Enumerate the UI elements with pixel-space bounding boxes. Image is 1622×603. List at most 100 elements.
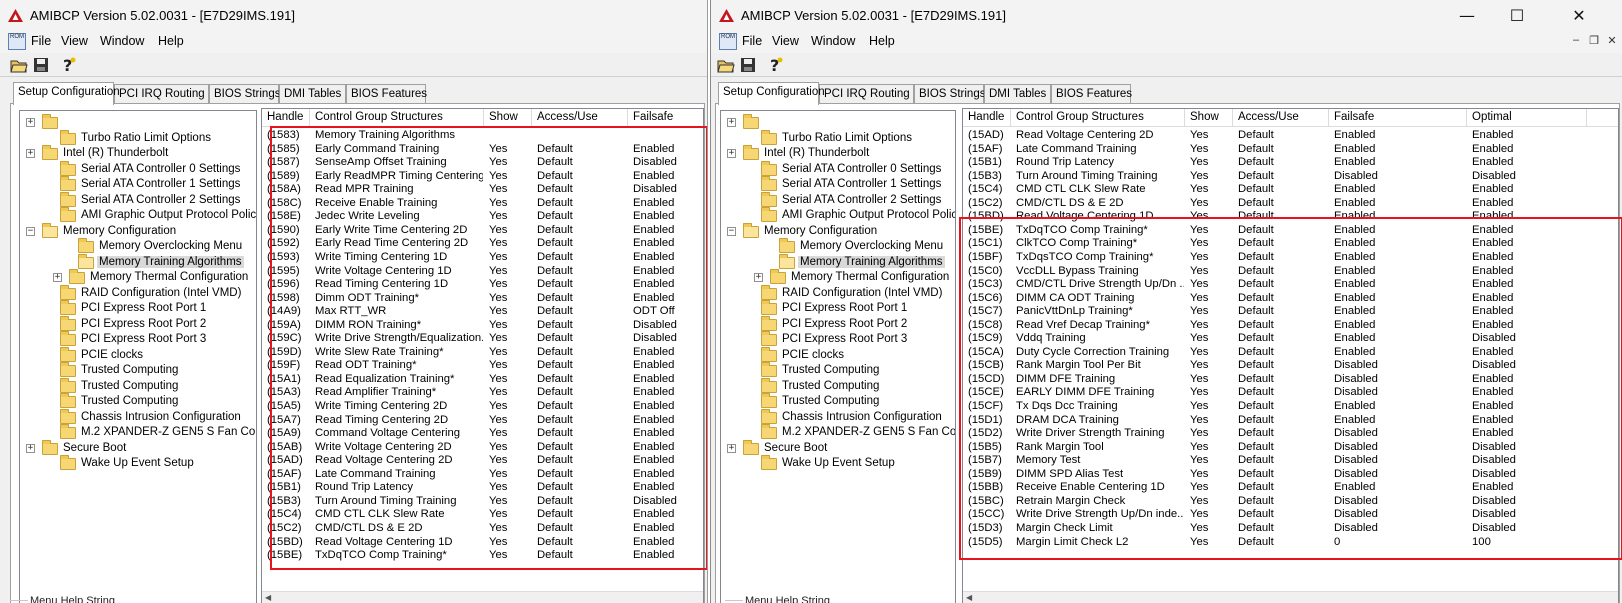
table-row[interactable]: (15CD) DIMM DFE Training Yes Default Disable… <box>963 373 1618 387</box>
expand-icon[interactable]: + <box>53 273 62 282</box>
tab-bios-strings[interactable]: BIOS Strings <box>209 84 280 104</box>
open-folder-icon[interactable] <box>717 56 735 74</box>
table-row[interactable]: (15A7) Read Timing Centering 2D Yes Default… <box>262 414 703 428</box>
mdi-close-icon[interactable]: ✕ <box>1605 34 1619 47</box>
table-row[interactable]: (15BB) Receive Enable Centering 1D Yes Defa… <box>963 481 1618 495</box>
table-row[interactable]: (15CA) Duty Cycle Correction Training Yes D… <box>963 346 1618 360</box>
table-row[interactable]: (15C4) CMD CTL CLK Slew Rate Yes Default Ena… <box>262 508 703 522</box>
column-header[interactable]: Show <box>1185 109 1233 127</box>
table-row[interactable]: (1595) Write Voltage Centering 1D Yes Defau… <box>262 265 703 279</box>
table-row[interactable]: (159A) DIMM RON Training* Yes Default Disabl… <box>262 319 703 333</box>
table-row[interactable]: (15B1) Round Trip Latency Yes Default Enable… <box>963 156 1618 170</box>
table-row[interactable]: (15A1) Read Equalization Training* Yes Defa… <box>262 373 703 387</box>
table-row[interactable]: (15CE) EARLY DIMM DFE Training Yes Default D… <box>963 386 1618 400</box>
table-row[interactable]: (159D) Write Slew Rate Training* Yes Defaul… <box>262 346 703 360</box>
table-row[interactable]: (15CF) Tx Dqs Dcc Training Yes Default Enabl… <box>963 400 1618 414</box>
menu-window[interactable]: Window <box>100 34 144 48</box>
maximize-icon[interactable]: ☐ <box>1497 4 1537 28</box>
table-row[interactable]: (15A3) Read Amplifier Training* Yes Default… <box>262 386 703 400</box>
column-header[interactable]: Optimal <box>1467 109 1587 127</box>
tab-dmi-tables[interactable]: DMI Tables <box>279 84 346 104</box>
open-folder-icon[interactable] <box>10 56 28 74</box>
table-row[interactable]: (1590) Early Write Time Centering 2D Yes De… <box>262 224 703 238</box>
expand-icon[interactable]: + <box>727 443 736 453</box>
table-row[interactable]: (15C7) PanicVttDnLp Training* Yes Default En… <box>963 305 1618 319</box>
expand-icon[interactable]: + <box>26 149 35 158</box>
column-header[interactable]: Show <box>484 109 532 127</box>
column-header[interactable]: Access/Use <box>532 109 628 127</box>
table-row[interactable]: (15D5) Margin Limit Check L2 Yes Default 0 10… <box>963 536 1618 550</box>
setup-tree[interactable]: + Turbo Ratio Limit Options + Intel (R) Thu… <box>720 110 956 603</box>
table-row[interactable]: (15AB) Write Voltage Centering 2D Yes Defau… <box>262 441 703 455</box>
table-row[interactable]: (15C4) CMD CTL CLK Slew Rate Yes Default Ena… <box>963 183 1618 197</box>
table-row[interactable]: (1592) Early Read Time Centering 2D Yes Def… <box>262 237 703 251</box>
title-bar[interactable]: AMIBCP Version 5.02.0031 - [E7D29IMS.191… <box>711 0 1622 32</box>
tab-setup-configuration[interactable]: Setup Configuration <box>718 82 825 105</box>
menu-file[interactable]: File <box>31 34 51 48</box>
table-row[interactable]: (15AD) Read Voltage Centering 2D Yes Defaul… <box>262 454 703 468</box>
table-row[interactable]: (15BC) Retrain Margin Check Yes Default Disa… <box>963 495 1618 509</box>
table-row[interactable]: (14A9) Max RTT_WR Yes Default ODT Off <box>262 305 703 319</box>
tab-bios-features[interactable]: BIOS Features <box>1051 84 1132 104</box>
table-row[interactable]: (159C) Write Drive Strength/Equalization.… <box>262 332 703 346</box>
table-row[interactable]: (15C2) CMD/CTL DS & E 2D Yes Default Enabled <box>262 522 703 536</box>
column-header[interactable]: Failsafe <box>628 109 703 127</box>
table-row[interactable]: (158C) Receive Enable Training Yes Default E… <box>262 197 703 211</box>
table-row[interactable]: (15B1) Round Trip Latency Yes Default Enable… <box>262 481 703 495</box>
table-row[interactable]: (1596) Read Timing Centering 1D Yes Default… <box>262 278 703 292</box>
table-row[interactable]: (15B3) Turn Around Timing Training Yes Defa… <box>262 495 703 509</box>
table-row[interactable]: (15B9) DIMM SPD Alias Test Yes Default Disab… <box>963 468 1618 482</box>
control-grid[interactable]: Handle Control Group Structures Show Access… <box>261 108 704 603</box>
setup-tree[interactable]: + Turbo Ratio Limit Options + Intel (R) Thu… <box>19 110 257 603</box>
column-header[interactable]: Control Group Structures <box>1011 109 1185 127</box>
expand-icon[interactable]: + <box>727 149 736 158</box>
scroll-left-icon[interactable]: ◀ <box>265 593 271 602</box>
table-row[interactable]: (1585) Early Command Training Yes Default En… <box>262 143 703 157</box>
table-row[interactable]: (15C3) CMD/CTL Drive Strength Up/Dn ... Ye… <box>963 278 1618 292</box>
table-row[interactable]: (15AF) Late Command Training Yes Default Ena… <box>963 143 1618 157</box>
mdi-restore-icon[interactable]: ❐ <box>1587 34 1601 47</box>
horizontal-scrollbar[interactable]: ◀ <box>963 591 1618 603</box>
table-row[interactable]: (15C8) Read Vref Decap Training* Yes Defaul… <box>963 319 1618 333</box>
table-row[interactable]: (15D1) DRAM DCA Training Yes Default Enabled… <box>963 414 1618 428</box>
column-header[interactable]: Handle <box>262 109 310 127</box>
tab-bios-features[interactable]: BIOS Features <box>346 84 427 104</box>
table-row[interactable]: (15B5) Rank Margin Tool Yes Default Disabled… <box>963 441 1618 455</box>
save-disk-icon[interactable] <box>32 56 50 74</box>
expand-icon[interactable]: + <box>26 118 35 127</box>
control-grid[interactable]: Handle Control Group Structures Show Access… <box>962 108 1619 603</box>
menu-help[interactable]: Help <box>158 34 184 48</box>
table-row[interactable]: (15C6) DIMM CA ODT Training Yes Default Enab… <box>963 292 1618 306</box>
tab-dmi-tables[interactable]: DMI Tables <box>984 84 1051 104</box>
collapse-icon[interactable]: − <box>727 226 736 236</box>
table-row[interactable]: (15B3) Turn Around Timing Training Yes Defa… <box>963 170 1618 184</box>
document-icon[interactable]: ROM <box>719 33 737 50</box>
table-row[interactable]: (15C1) ClkTCO Comp Training* Yes Default Ena… <box>963 237 1618 251</box>
table-row[interactable]: (15C0) VccDLL Bypass Training Yes Default En… <box>963 265 1618 279</box>
title-bar[interactable]: AMIBCP Version 5.02.0031 - [E7D29IMS.191… <box>0 0 707 32</box>
menu-help[interactable]: Help <box>869 34 895 48</box>
expand-icon[interactable]: + <box>26 443 35 453</box>
expand-icon[interactable]: + <box>727 118 736 127</box>
collapse-icon[interactable]: − <box>26 226 35 236</box>
menu-file[interactable]: File <box>742 34 762 48</box>
table-row[interactable]: (1589) Early ReadMPR Timing Centering... Y… <box>262 170 703 184</box>
menu-window[interactable]: Window <box>811 34 855 48</box>
table-row[interactable]: (15BF) TxDqsTCO Comp Training* Yes Default E… <box>963 251 1618 265</box>
menu-view[interactable]: View <box>61 34 88 48</box>
table-row[interactable]: (1583) Memory Training Algorithms <box>262 129 703 143</box>
table-row[interactable]: (15BE) TxDqTCO Comp Training* Yes Default En… <box>262 549 703 563</box>
horizontal-scrollbar[interactable]: ◀ <box>262 591 703 603</box>
table-row[interactable]: (15AD) Read Voltage Centering 2D Yes Defaul… <box>963 129 1618 143</box>
table-row[interactable]: (1598) Dimm ODT Training* Yes Default Enable… <box>262 292 703 306</box>
table-row[interactable]: (15C2) CMD/CTL DS & E 2D Yes Default Enabled… <box>963 197 1618 211</box>
table-row[interactable]: (15BD) Read Voltage Centering 1D Yes Defaul… <box>262 536 703 550</box>
column-header[interactable]: Access/Use <box>1233 109 1329 127</box>
table-row[interactable]: (15CC) Write Drive Strength Up/Dn inde...… <box>963 508 1618 522</box>
table-row[interactable]: (15AF) Late Command Training Yes Default Ena… <box>262 468 703 482</box>
table-row[interactable]: (158A) Read MPR Training Yes Default Disable… <box>262 183 703 197</box>
table-row[interactable]: (15A5) Write Timing Centering 2D Yes Defaul… <box>262 400 703 414</box>
table-row[interactable]: (15BD) Read Voltage Centering 1D Yes Defaul… <box>963 210 1618 224</box>
tab-pci-irq-routing[interactable]: PCI IRQ Routing <box>819 84 914 104</box>
tab-pci-irq-routing[interactable]: PCI IRQ Routing <box>114 84 209 104</box>
